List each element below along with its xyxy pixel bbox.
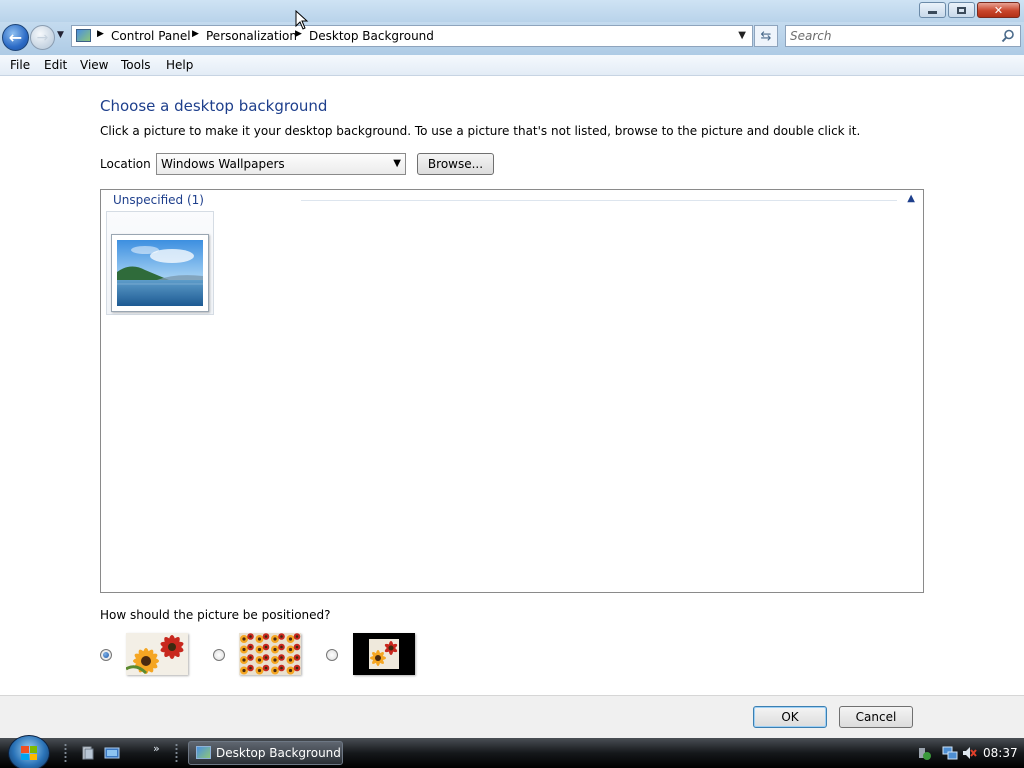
windows-logo-icon (21, 746, 37, 760)
address-row: ← → ▼ ▶ Control Panel ▶ Personalization … (0, 22, 1024, 55)
control-panel-icon (196, 746, 211, 759)
cancel-button[interactable]: Cancel (839, 706, 913, 728)
network-icon[interactable] (942, 745, 958, 761)
menu-file[interactable]: File (10, 58, 30, 72)
collapse-group-icon[interactable]: ▲ (907, 193, 915, 204)
flower-tile-preview-image[interactable] (239, 633, 301, 675)
forward-button[interactable]: → (30, 25, 55, 50)
breadcrumb-separator-icon[interactable]: ▶ (295, 29, 302, 39)
restore-button[interactable] (948, 2, 975, 18)
start-button[interactable] (8, 735, 50, 768)
recent-pages-dropdown[interactable]: ▼ (57, 30, 64, 40)
taskbar-button-desktop-background[interactable]: Desktop Background (188, 741, 343, 765)
menu-edit[interactable]: Edit (44, 58, 67, 72)
menu-view[interactable]: View (80, 58, 108, 72)
refresh-icon: ⇆ (760, 28, 772, 44)
dropdown-arrow-icon: ▼ (393, 158, 401, 169)
flower-fit-preview-image[interactable] (126, 633, 188, 675)
search-box[interactable] (785, 25, 1021, 47)
refresh-button[interactable]: ⇆ (754, 25, 778, 47)
menu-bar: File Edit View Tools Help (0, 55, 1024, 76)
windows-update-icon[interactable] (916, 745, 932, 761)
group-header-unspecified[interactable]: Unspecified (1) (113, 193, 204, 207)
mouse-cursor-icon (295, 10, 309, 30)
menu-help[interactable]: Help (166, 58, 193, 72)
switch-windows-icon[interactable] (104, 745, 120, 761)
taskbar-button-label: Desktop Background (216, 746, 341, 760)
close-button[interactable]: ✕ (977, 2, 1020, 18)
address-bar[interactable]: ▶ Control Panel ▶ Personalization ▶ Desk… (71, 25, 753, 47)
position-question: How should the picture be positioned? (100, 608, 331, 622)
wallpaper-gallery: Unspecified (1) ▲ (100, 189, 924, 593)
taskbar-grip[interactable] (64, 743, 67, 763)
title-bar: ✕ (0, 0, 1024, 22)
group-divider (301, 200, 897, 201)
landscape-wallpaper-image (117, 240, 203, 306)
show-desktop-icon[interactable] (80, 745, 96, 761)
back-button[interactable]: ← (2, 24, 29, 51)
volume-muted-icon[interactable] (961, 745, 977, 761)
location-dropdown[interactable]: Windows Wallpapers ▼ (156, 153, 406, 175)
position-fit-radio[interactable] (100, 649, 112, 661)
minimize-button[interactable] (919, 2, 946, 18)
position-center-radio[interactable] (326, 649, 338, 661)
location-label: Location (100, 157, 151, 171)
search-input[interactable] (790, 28, 995, 44)
restore-icon (949, 3, 974, 17)
back-arrow-icon: ← (8, 28, 23, 47)
control-panel-icon (76, 29, 91, 42)
menu-tools[interactable]: Tools (121, 58, 151, 72)
flower-center-preview-image[interactable] (353, 633, 415, 675)
page-title: Choose a desktop background (100, 97, 328, 115)
breadcrumb-control-panel[interactable]: Control Panel (111, 29, 191, 43)
taskbar-grip[interactable] (175, 743, 178, 763)
clock[interactable]: 08:37 (983, 746, 1018, 760)
minimize-icon (920, 3, 945, 17)
breadcrumb-separator-icon[interactable]: ▶ (97, 29, 104, 39)
breadcrumb-separator-icon[interactable]: ▶ (192, 29, 199, 39)
wallpaper-thumbnail[interactable] (106, 211, 214, 315)
thumbnail-frame (111, 234, 209, 312)
taskbar: » Desktop Background 08:37 (0, 735, 1024, 768)
dialog-footer: OK Cancel (0, 695, 1024, 738)
quick-launch-overflow-icon[interactable]: » (153, 742, 160, 755)
browse-button[interactable]: Browse... (417, 153, 494, 175)
chevron-down-icon: ▼ (57, 30, 64, 40)
instructions-text: Click a picture to make it your desktop … (100, 124, 861, 138)
forward-arrow-icon: → (36, 29, 49, 46)
close-icon: ✕ (993, 3, 1004, 17)
breadcrumb-desktop-background[interactable]: Desktop Background (309, 29, 434, 43)
caption-buttons: ✕ (919, 2, 1020, 18)
ok-button[interactable]: OK (753, 706, 827, 728)
location-value: Windows Wallpapers (161, 157, 285, 171)
position-tile-radio[interactable] (213, 649, 225, 661)
breadcrumb-personalization[interactable]: Personalization (206, 29, 297, 43)
search-icon[interactable] (1001, 29, 1015, 43)
address-dropdown-icon[interactable]: ▼ (738, 30, 746, 41)
